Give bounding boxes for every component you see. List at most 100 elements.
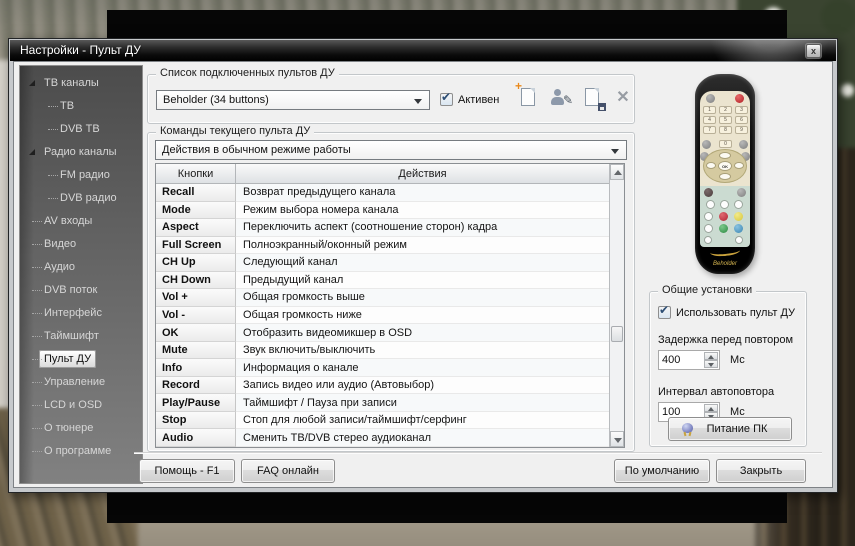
action-cell[interactable]: Звук включить/выключить bbox=[236, 342, 609, 360]
remote-select[interactable]: Beholder (34 buttons) bbox=[156, 90, 430, 110]
table-row[interactable]: Mute Звук включить/выключить bbox=[156, 342, 609, 360]
add-remote-button[interactable]: + bbox=[516, 85, 542, 111]
action-cell[interactable]: Стоп для любой записи/таймшифт/серфинг bbox=[236, 412, 609, 430]
scroll-up-button[interactable] bbox=[610, 164, 624, 180]
sidebar-item[interactable]: Таймшифт bbox=[20, 325, 142, 348]
remote-button-cell[interactable]: Audio bbox=[156, 429, 236, 447]
remote-button-cell[interactable]: Info bbox=[156, 359, 236, 377]
remote-button-cell[interactable]: OK bbox=[156, 324, 236, 342]
remote-button-cell[interactable]: Play/Pause bbox=[156, 394, 236, 412]
help-button[interactable]: Помощь - F1 bbox=[139, 459, 235, 483]
remote-button-cell[interactable]: Vol + bbox=[156, 289, 236, 307]
defaults-button[interactable]: По умолчанию bbox=[614, 459, 710, 483]
table-row[interactable]: Play/Pause Таймшифт / Пауза при записи bbox=[156, 394, 609, 412]
remote-button-cell[interactable]: CH Down bbox=[156, 272, 236, 290]
table-row[interactable]: Recall Возврат предыдущего канала bbox=[156, 184, 609, 202]
document-icon bbox=[585, 88, 599, 106]
delay-spin-up[interactable] bbox=[704, 352, 718, 360]
command-mode-select[interactable]: Действия в обычном режиме работы bbox=[155, 140, 627, 160]
close-window-button[interactable]: x bbox=[806, 44, 821, 58]
remote-button-cell[interactable]: Vol - bbox=[156, 307, 236, 325]
sidebar-item[interactable]: DVB поток bbox=[20, 279, 142, 302]
table-scrollbar[interactable] bbox=[609, 164, 624, 447]
rename-remote-button[interactable]: ✎ bbox=[548, 85, 574, 111]
column-header-actions[interactable]: Действия bbox=[236, 164, 609, 183]
action-cell[interactable]: Сменить ТВ/DVB стерео аудиоканал bbox=[236, 429, 609, 447]
sidebar-item[interactable]: DVB ТВ bbox=[20, 118, 142, 141]
tree-expand-icon[interactable] bbox=[29, 80, 35, 86]
action-cell[interactable]: Режим выбора номера канала bbox=[236, 202, 609, 220]
table-row[interactable]: Mode Режим выбора номера канала bbox=[156, 202, 609, 220]
tree-expand-icon[interactable] bbox=[29, 149, 35, 155]
sidebar-item[interactable]: Радио каналы bbox=[20, 141, 142, 164]
table-row[interactable]: Vol + Общая громкость выше bbox=[156, 289, 609, 307]
close-button[interactable]: Закрыть bbox=[716, 459, 806, 483]
remote-button-cell[interactable]: Full Screen bbox=[156, 237, 236, 255]
remote-record-button bbox=[706, 200, 715, 209]
screen: Настройки - Пульт ДУ x ТВ каналы ТВ bbox=[0, 0, 855, 546]
sidebar-item[interactable]: LCD и OSD bbox=[20, 394, 142, 417]
delay-spinner bbox=[658, 350, 720, 370]
sidebar-item[interactable]: Аудио bbox=[20, 256, 142, 279]
table-row[interactable]: Info Информация о канале bbox=[156, 359, 609, 377]
delay-spin-down[interactable] bbox=[704, 360, 718, 368]
action-cell[interactable]: Переключить аспект (соотношение сторон) … bbox=[236, 219, 609, 237]
action-cell[interactable]: Общая громкость ниже bbox=[236, 307, 609, 325]
action-cell[interactable]: Запись видео или аудио (Автовыбор) bbox=[236, 377, 609, 395]
sidebar-item[interactable]: Видео bbox=[20, 233, 142, 256]
table-row[interactable]: CH Down Предыдущий канал bbox=[156, 272, 609, 290]
table-row[interactable]: Audio Сменить ТВ/DVB стерео аудиоканал bbox=[156, 429, 609, 447]
sidebar-item[interactable]: О программе bbox=[20, 440, 142, 463]
remote-button-cell[interactable]: Mode bbox=[156, 202, 236, 220]
action-cell[interactable]: Отобразить видеомикшер в OSD bbox=[236, 324, 609, 342]
table-row[interactable]: Vol - Общая громкость ниже bbox=[156, 307, 609, 325]
person-icon bbox=[554, 89, 561, 96]
active-checkbox[interactable]: ✔ bbox=[440, 93, 453, 106]
remote-button-cell[interactable]: Mute bbox=[156, 342, 236, 360]
sidebar-item[interactable]: О тюнере bbox=[20, 417, 142, 440]
scroll-down-button[interactable] bbox=[610, 431, 624, 447]
action-cell[interactable]: Полноэкранный/оконный режим bbox=[236, 237, 609, 255]
remote-button-cell[interactable]: CH Up bbox=[156, 254, 236, 272]
sidebar-item[interactable]: ТВ bbox=[20, 95, 142, 118]
sidebar-item[interactable]: Пульт ДУ bbox=[20, 348, 142, 371]
pc-power-button[interactable]: Питание ПК bbox=[668, 417, 792, 441]
table-row[interactable]: Full Screen Полноэкранный/оконный режим bbox=[156, 237, 609, 255]
delete-remote-button[interactable]: ✕ bbox=[610, 85, 636, 111]
remote-button-cell[interactable]: Recall bbox=[156, 184, 236, 202]
scrollbar-thumb[interactable] bbox=[611, 326, 623, 342]
action-cell[interactable]: Предыдущий канал bbox=[236, 272, 609, 290]
interval-spin-up[interactable] bbox=[704, 404, 718, 412]
action-cell[interactable]: Общая громкость выше bbox=[236, 289, 609, 307]
action-cell[interactable]: Информация о канале bbox=[236, 359, 609, 377]
remote-button-cell[interactable]: Aspect bbox=[156, 219, 236, 237]
action-cell[interactable]: Таймшифт / Пауза при записи bbox=[236, 394, 609, 412]
faq-button[interactable]: FAQ онлайн bbox=[241, 459, 335, 483]
table-row[interactable]: CH Up Следующий канал bbox=[156, 254, 609, 272]
title-bar[interactable]: Настройки - Пульт ДУ x bbox=[10, 40, 836, 61]
delay-input[interactable] bbox=[662, 352, 700, 368]
action-cell[interactable]: Следующий канал bbox=[236, 254, 609, 272]
table-row[interactable]: Record Запись видео или аудио (Автовыбор… bbox=[156, 377, 609, 395]
footer-separator bbox=[134, 452, 822, 454]
sidebar-item[interactable]: DVB радио bbox=[20, 187, 142, 210]
remote-button-cell[interactable]: Stop bbox=[156, 412, 236, 430]
sidebar-item[interactable]: FM радио bbox=[20, 164, 142, 187]
sidebar-item-label: Интерфейс bbox=[44, 307, 102, 319]
sidebar-item[interactable]: Интерфейс bbox=[20, 302, 142, 325]
table-row[interactable]: Stop Стоп для любой записи/таймшифт/серф… bbox=[156, 412, 609, 430]
use-remote-checkbox[interactable]: ✔ bbox=[658, 306, 671, 319]
action-cell[interactable]: Возврат предыдущего канала bbox=[236, 184, 609, 202]
remote-red-button bbox=[719, 212, 728, 221]
remotes-group-title: Список подключенных пультов ДУ bbox=[156, 67, 339, 79]
plus-icon: + bbox=[515, 79, 522, 93]
sidebar-item[interactable]: ТВ каналы bbox=[20, 72, 142, 95]
table-row[interactable]: OK Отобразить видеомикшер в OSD bbox=[156, 324, 609, 342]
table-row[interactable]: Aspect Переключить аспект (соотношение с… bbox=[156, 219, 609, 237]
save-remote-button[interactable] bbox=[580, 85, 606, 111]
beholder-logo-swoosh bbox=[710, 246, 741, 258]
sidebar-item[interactable]: AV входы bbox=[20, 210, 142, 233]
column-header-buttons[interactable]: Кнопки bbox=[156, 164, 236, 183]
remote-button-cell[interactable]: Record bbox=[156, 377, 236, 395]
sidebar-item[interactable]: Управление bbox=[20, 371, 142, 394]
